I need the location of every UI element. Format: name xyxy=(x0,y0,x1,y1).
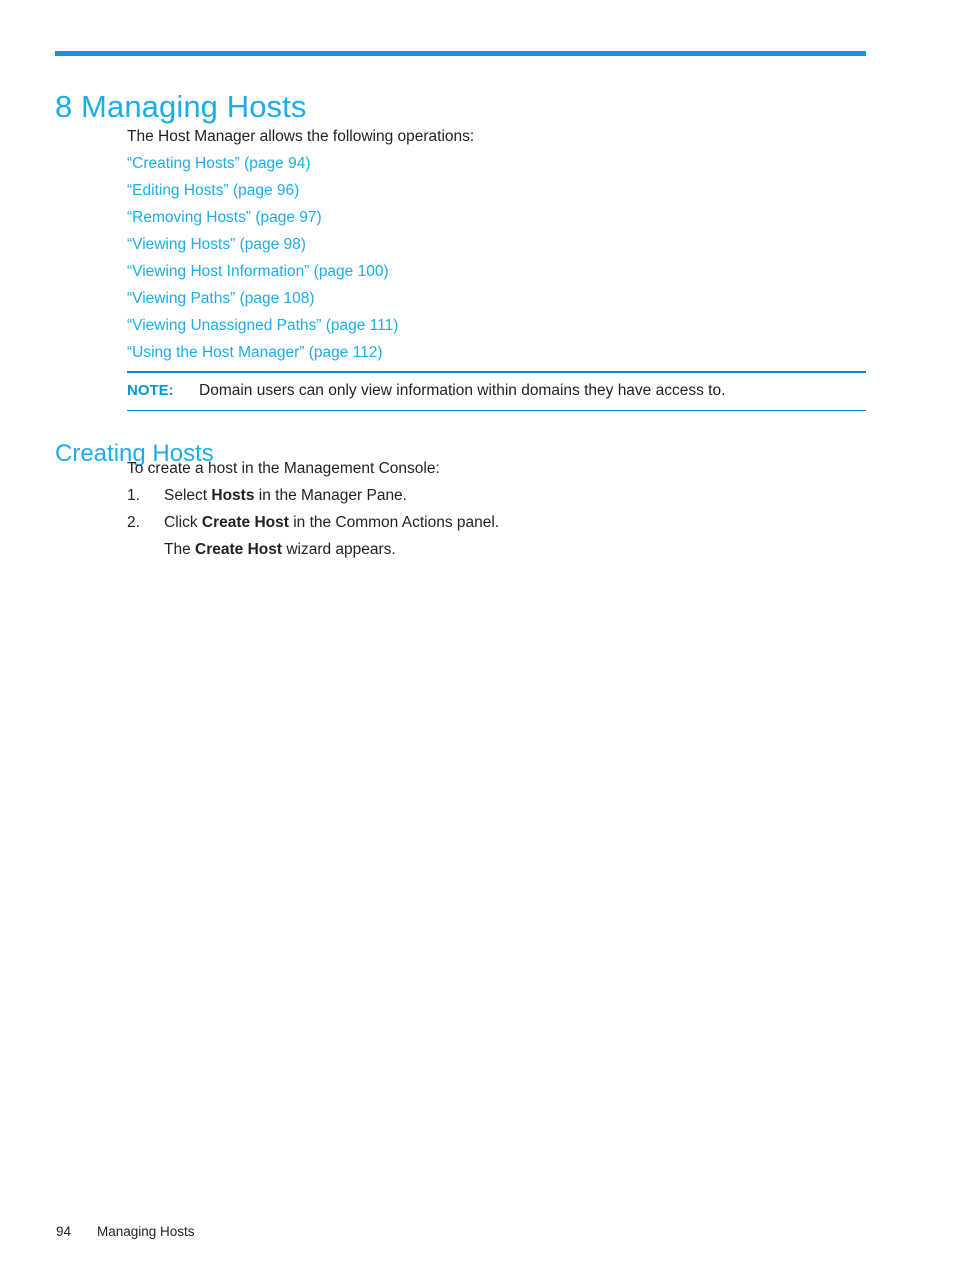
cross-reference-link[interactable]: “Creating Hosts” (page 94) xyxy=(127,155,311,172)
cross-reference-link[interactable]: “Removing Hosts” (page 97) xyxy=(127,209,322,226)
cross-reference-link[interactable]: “Viewing Unassigned Paths” (page 111) xyxy=(127,317,398,334)
list-item: “Viewing Hosts” (page 98) xyxy=(127,231,867,258)
cross-reference-list: “Creating Hosts” (page 94) “Editing Hosts… xyxy=(127,150,867,366)
intro-paragraph: The Host Manager allows the following op… xyxy=(127,128,475,145)
step-text: Select xyxy=(164,487,212,504)
procedure-continuation: The Create Host wizard appears. xyxy=(164,536,867,563)
list-item: “Viewing Paths” (page 108) xyxy=(127,285,867,312)
step-text: Click xyxy=(164,514,202,531)
footer-page-number: 94 xyxy=(56,1224,72,1239)
procedure-steps: 1. Select Hosts in the Manager Pane. 2. Cli… xyxy=(127,482,867,536)
note-label: NOTE: xyxy=(127,381,174,399)
list-item: “Removing Hosts” (page 97) xyxy=(127,204,867,231)
list-item: “Creating Hosts” (page 94) xyxy=(127,150,867,177)
continuation-text: wizard appears. xyxy=(282,541,396,558)
cross-reference-link[interactable]: “Using the Host Manager” (page 112) xyxy=(127,344,383,361)
step-body: Select Hosts in the Manager Pane. xyxy=(164,482,867,509)
page-title: 8 Managing Hosts xyxy=(55,88,307,124)
step-text: in the Common Actions panel. xyxy=(288,514,500,531)
procedure-section: To create a host in the Management Conso… xyxy=(127,455,867,563)
note-rule-bottom xyxy=(127,409,866,412)
page-footer: 94 Managing Hosts xyxy=(56,1223,195,1241)
note-callout: NOTE: Domain users can only view informa… xyxy=(127,371,866,412)
list-item: “Viewing Host Information” (page 100) xyxy=(127,258,867,285)
note-body: NOTE: Domain users can only view informa… xyxy=(127,373,866,410)
continuation-emphasis: Create Host xyxy=(195,541,283,558)
cross-reference-link[interactable]: “Viewing Host Information” (page 100) xyxy=(127,263,389,280)
step-number: 1. xyxy=(127,487,140,504)
continuation-text: The xyxy=(164,541,196,558)
list-item: “Editing Hosts” (page 96) xyxy=(127,177,867,204)
intro-section: The Host Manager allows the following op… xyxy=(127,123,867,366)
procedure-step: 1. Select Hosts in the Manager Pane. xyxy=(127,482,867,509)
step-emphasis: Hosts xyxy=(211,487,255,504)
cross-reference-link[interactable]: “Editing Hosts” (page 96) xyxy=(127,182,299,199)
procedure-intro: To create a host in the Management Conso… xyxy=(127,460,440,477)
cross-reference-link[interactable]: “Viewing Hosts” (page 98) xyxy=(127,236,306,253)
step-number: 2. xyxy=(127,514,140,531)
list-item: “Using the Host Manager” (page 112) xyxy=(127,339,867,366)
chapter-rule xyxy=(55,51,866,56)
cross-reference-link[interactable]: “Viewing Paths” (page 108) xyxy=(127,290,315,307)
step-body: Click Create Host in the Common Actions … xyxy=(164,509,867,536)
step-emphasis: Create Host xyxy=(201,514,289,531)
procedure-step: 2. Click Create Host in the Common Action… xyxy=(127,509,867,536)
note-text: Domain users can only view information w… xyxy=(199,381,726,399)
list-item: “Viewing Unassigned Paths” (page 111) xyxy=(127,312,867,339)
document-page: 8 Managing Hosts The Host Manager allows… xyxy=(0,0,954,1271)
step-text: in the Manager Pane. xyxy=(254,487,407,504)
footer-chapter-label: Managing Hosts xyxy=(97,1224,195,1239)
